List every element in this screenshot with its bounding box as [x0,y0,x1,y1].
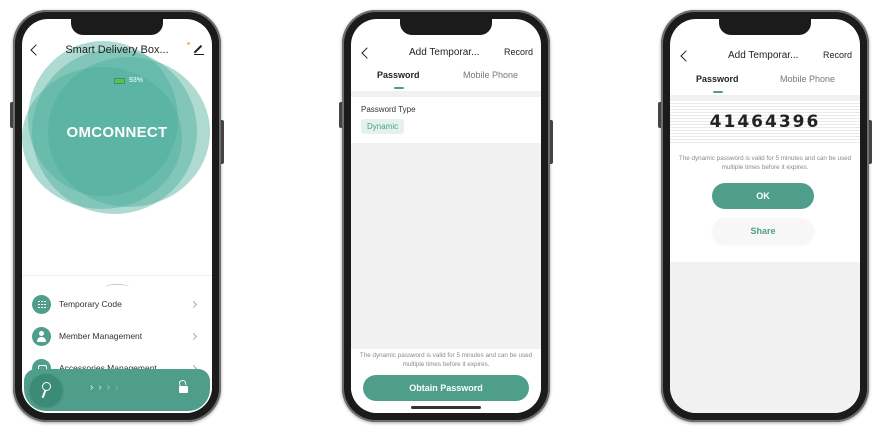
tab-mobile-phone[interactable]: Mobile Phone [780,74,835,84]
unlock-icon [179,386,188,393]
notification-dot-icon [187,42,190,45]
phone-device-3: Add Temporar... Record Password Mobile P… [658,10,872,422]
person-icon [32,326,51,346]
tab-password[interactable]: Password [696,74,739,84]
menu-item-member-management[interactable]: Member Management [32,324,202,348]
divider-band [670,95,860,101]
chevron-right-icon [189,300,198,308]
back-chevron-icon[interactable] [361,47,373,59]
home-indicator [411,406,481,409]
obtain-password-button[interactable]: Obtain Password [363,375,529,401]
device-title: Smart Delivery Box... [65,44,169,56]
tab-bar: Password Mobile Phone [670,71,860,93]
nav-bar: Add Temporar... Record [670,46,860,64]
battery-level: 93% [129,77,144,84]
validity-note: The dynamic password is valid for 5 minu… [678,155,852,171]
swipe-arrows-icon: ›››› [90,382,124,393]
menu-item-label: Member Management [59,331,143,341]
tab-mobile-phone[interactable]: Mobile Phone [463,70,518,80]
brand-label: OMCONNECT [66,124,168,141]
share-button[interactable]: Share [712,218,814,244]
phone-screen: Add Temporar... Record Password Mobile P… [670,19,860,413]
tab-bar: Password Mobile Phone [351,67,541,89]
phone-screen: Smart Delivery Box... 93% OMCONNECT Temp… [22,19,212,413]
sheet-handle[interactable] [105,284,129,290]
notch [71,19,163,35]
tab-password[interactable]: Password [377,70,420,80]
chevron-right-icon [189,332,198,340]
page-title: Add Temporar... [409,47,480,58]
password-type-chip[interactable]: Dynamic [361,119,405,134]
notch [400,19,492,35]
battery-indicator: 93% [114,77,143,84]
password-type-card: Password Type Dynamic [351,97,541,143]
phone-device-1: Smart Delivery Box... 93% OMCONNECT Temp… [10,10,224,422]
header: Smart Delivery Box... [22,41,212,61]
notch [719,19,811,35]
blob-circle [28,41,178,196]
unlock-slider[interactable]: ›››› [24,369,210,411]
page-title: Add Temporar... [728,50,799,61]
nav-bar: Add Temporar... Record [351,43,541,61]
phone-device-2: Add Temporar... Record Password Mobile P… [339,10,553,422]
active-tab-indicator [394,87,404,89]
footer-panel: The dynamic password is valid for 5 minu… [351,349,541,413]
phone-screen: Add Temporar... Record Password Mobile P… [351,19,541,413]
active-tab-indicator [713,91,723,93]
temporary-code: 41464396 [709,112,821,132]
validity-note: The dynamic password is valid for 5 minu… [359,352,533,368]
battery-icon [114,77,125,84]
key-icon[interactable] [30,374,62,406]
content-background [670,262,860,413]
record-link[interactable]: Record [823,50,852,60]
keypad-icon [32,294,51,314]
edit-pencil-icon[interactable] [194,45,204,55]
ok-button[interactable]: OK [712,183,814,209]
menu-item-temporary-code[interactable]: Temporary Code [32,292,202,316]
record-link[interactable]: Record [504,47,533,57]
menu-item-label: Temporary Code [59,299,122,309]
back-chevron-icon[interactable] [680,50,692,62]
password-type-label: Password Type [361,105,416,114]
